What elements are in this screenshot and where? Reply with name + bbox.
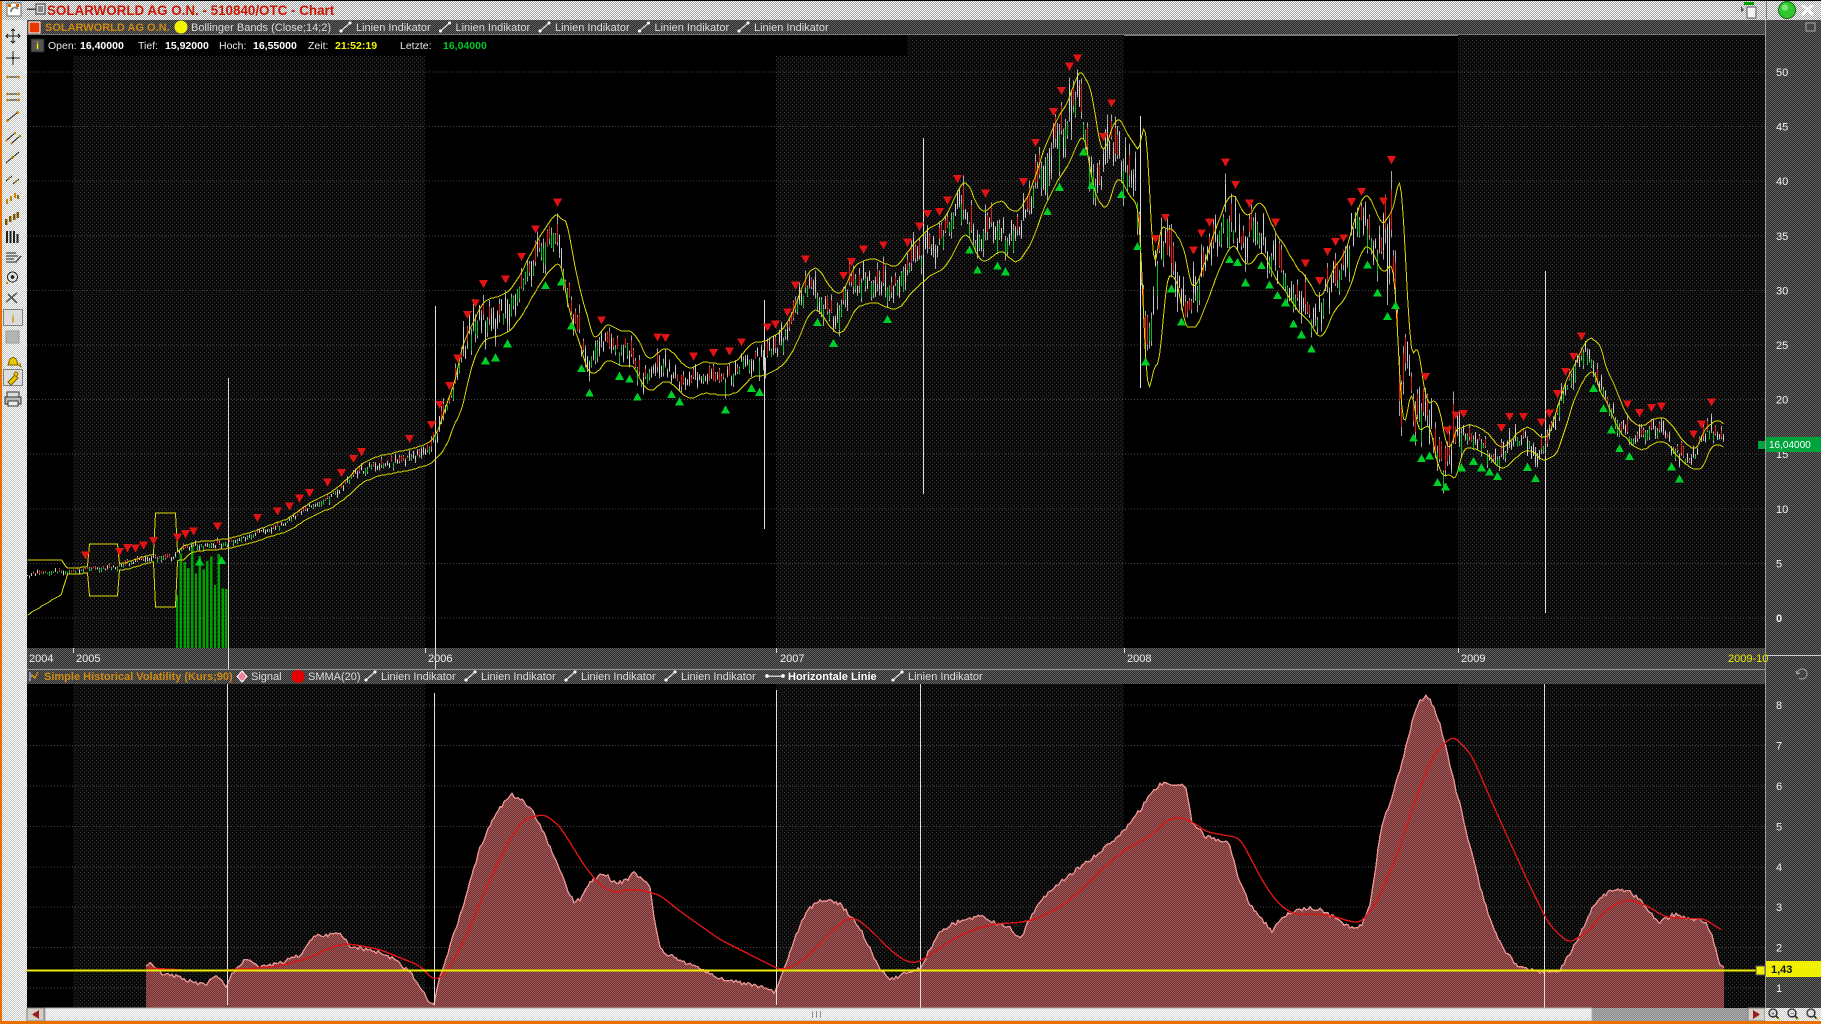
svg-text:7: 7 <box>1776 741 1782 753</box>
svg-text:2006: 2006 <box>428 653 452 665</box>
svg-text:SOLARWORLD AG O.N.: SOLARWORLD AG O.N. <box>45 22 170 34</box>
svg-text:30: 30 <box>1776 285 1788 297</box>
svg-text:6: 6 <box>1776 781 1782 793</box>
svg-text:35: 35 <box>1776 231 1788 243</box>
svg-text:10: 10 <box>1776 504 1788 516</box>
svg-text:1: 1 <box>1776 983 1782 995</box>
svg-text:Linien Indikator: Linien Indikator <box>681 671 756 683</box>
svg-text:i: i <box>36 41 39 52</box>
svg-text:5: 5 <box>1776 821 1782 833</box>
svg-text:45: 45 <box>1776 122 1788 134</box>
svg-text:8: 8 <box>1776 700 1782 712</box>
svg-text:0: 0 <box>1776 613 1782 625</box>
svg-text:4: 4 <box>1776 862 1782 874</box>
svg-text:Linien Indikator: Linien Indikator <box>555 22 630 34</box>
svg-text:2009: 2009 <box>1461 653 1485 665</box>
svg-text:Linien Indikator: Linien Indikator <box>356 22 431 34</box>
svg-text:2009-10: 2009-10 <box>1728 653 1768 665</box>
svg-text:40: 40 <box>1776 176 1788 188</box>
svg-text:50: 50 <box>1776 67 1788 79</box>
svg-text:Bollinger Bands (Close;14;2): Bollinger Bands (Close;14;2) <box>191 22 331 34</box>
svg-text:2004: 2004 <box>29 653 53 665</box>
svg-text:Open:16,40000Tief:15,92000Hoch: Open:16,40000Tief:15,92000Hoch:16,55000Z… <box>48 40 487 52</box>
svg-text:5: 5 <box>1776 558 1782 570</box>
svg-text:Linien Indikator: Linien Indikator <box>381 671 456 683</box>
svg-text:Linien Indikator: Linien Indikator <box>655 22 730 34</box>
svg-text:Linien Indikator: Linien Indikator <box>754 22 829 34</box>
svg-text:Horizontale Linie: Horizontale Linie <box>788 671 877 683</box>
svg-text:2: 2 <box>1776 943 1782 955</box>
svg-text:25: 25 <box>1776 340 1788 352</box>
svg-text:Signal: Signal <box>251 671 282 683</box>
svg-text:Simple Historical Volatility (: Simple Historical Volatility (Kurs;90) <box>44 671 233 683</box>
svg-text:1,43: 1,43 <box>1771 964 1792 976</box>
svg-text:20: 20 <box>1776 395 1788 407</box>
svg-text:i: i <box>11 314 14 326</box>
svg-text:Linien Indikator: Linien Indikator <box>908 671 983 683</box>
svg-text:16,04000: 16,04000 <box>1769 440 1811 451</box>
svg-text:3: 3 <box>1776 902 1782 914</box>
svg-text:Linien Indikator: Linien Indikator <box>481 671 556 683</box>
svg-text:SOLARWORLD AG O.N. - 510840/OT: SOLARWORLD AG O.N. - 510840/OTC - Chart <box>47 3 335 18</box>
svg-text:2007: 2007 <box>780 653 804 665</box>
svg-text:Linien Indikator: Linien Indikator <box>456 22 531 34</box>
svg-text:−: − <box>1790 1011 1794 1018</box>
svg-text:2005: 2005 <box>76 653 100 665</box>
svg-text:SMMA(20): SMMA(20) <box>308 671 361 683</box>
svg-text:2008: 2008 <box>1127 653 1151 665</box>
svg-text:Linien Indikator: Linien Indikator <box>581 671 656 683</box>
svg-text:+: + <box>1771 1011 1775 1018</box>
